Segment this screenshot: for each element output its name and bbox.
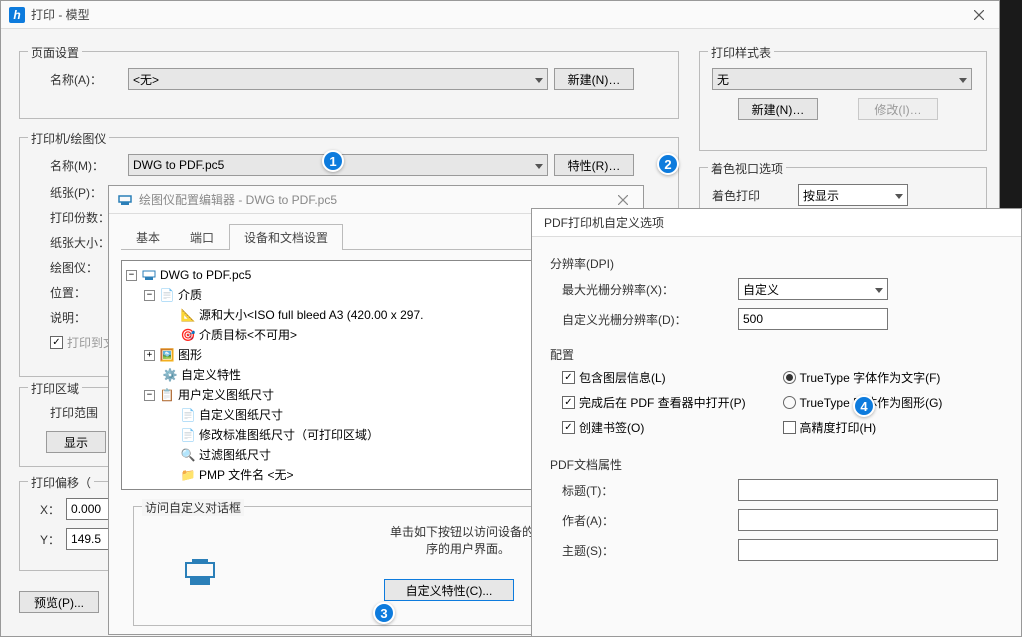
page-icon: 📄 [180, 407, 196, 423]
plotter-file-icon [141, 267, 157, 283]
pdf-title: PDF打印机自定义选项 [540, 214, 1013, 231]
svg-text:h: h [13, 8, 20, 22]
style-table-select[interactable]: 无 [712, 68, 972, 90]
printer-name-label: 名称(M)： [32, 157, 122, 174]
style-table-legend: 打印样式表 [708, 44, 774, 61]
pmp-icon: 📁 [180, 467, 196, 483]
source-icon: 📐 [180, 307, 196, 323]
chevron-down-icon [895, 188, 903, 202]
max-raster-select[interactable]: 自定义 [738, 278, 888, 300]
expand-icon[interactable]: + [144, 350, 155, 361]
tab-basic[interactable]: 基本 [121, 224, 175, 250]
custom-props-button[interactable]: 自定义特性(C)... [384, 579, 514, 601]
layers-checkbox[interactable]: ✓包含图层信息(L) [562, 369, 666, 386]
print-titlebar: h 打印 - 模型 [1, 1, 999, 29]
custom-dialog-legend: 访问自定义对话框 [142, 499, 244, 516]
annotation-badge-2: 2 [657, 153, 679, 175]
printer-props-button[interactable]: 特性(R)… [554, 154, 634, 176]
dpi-heading: 分辨率(DPI) [550, 255, 1003, 272]
style-table-value: 无 [717, 71, 955, 88]
print-title: 打印 - 模型 [31, 6, 967, 23]
doc-subject-label: 主题(S)： [562, 542, 732, 559]
target-icon: 🎯 [180, 327, 196, 343]
page-name-label: 名称(A)： [32, 71, 122, 88]
page-name-select[interactable]: <无> [128, 68, 548, 90]
shade-value: 按显示 [803, 187, 891, 204]
doc-title-label: 标题(T)： [562, 482, 732, 499]
offset-x-label: X： [40, 501, 60, 518]
pdf-options-window: PDF打印机自定义选项 分辨率(DPI) 最大光栅分辨率(X)： 自定义 自定义… [531, 208, 1022, 637]
tt-text-radio[interactable]: TrueType 字体作为文字(F) [783, 369, 941, 386]
preview-button[interactable]: 预览(P)... [19, 591, 99, 613]
chevron-down-icon [535, 72, 543, 86]
collapse-icon[interactable]: − [126, 270, 137, 281]
collapse-icon[interactable]: − [144, 290, 155, 301]
chevron-down-icon [535, 158, 543, 172]
doc-author-label: 作者(A)： [562, 512, 732, 529]
bookmarks-checkbox[interactable]: ✓创建书签(O) [562, 419, 644, 436]
custom-raster-input[interactable]: 500 [738, 308, 888, 330]
doc-title-input[interactable] [738, 479, 998, 501]
tab-ports[interactable]: 端口 [175, 224, 229, 250]
max-raster-value: 自定义 [743, 281, 871, 298]
printer-legend: 打印机/绘图仪 [28, 130, 109, 147]
plotter-large-icon [184, 557, 216, 592]
offset-y-label: Y： [40, 531, 60, 548]
print-offset-legend: 打印偏移（ [28, 474, 94, 491]
annotation-badge-3: 3 [373, 602, 395, 624]
page-new-button[interactable]: 新建(N)… [554, 68, 634, 90]
print-to-file-checkbox[interactable]: ✓ 打印到文 [50, 334, 115, 351]
max-raster-label: 最大光栅分辨率(X)： [562, 281, 732, 298]
page-name-value: <无> [133, 71, 531, 88]
graphics-icon: 🖼️ [159, 347, 175, 363]
page-settings-group: 页面设置 名称(A)： <无> 新建(N)… [19, 51, 679, 119]
shade-label: 着色打印 [712, 187, 792, 204]
hires-checkbox[interactable]: 高精度打印(H) [783, 419, 877, 436]
tab-device-doc[interactable]: 设备和文档设置 [229, 224, 343, 250]
custom-raster-label: 自定义光栅分辨率(D)： [562, 311, 732, 328]
style-modify-button: 修改(I)… [858, 98, 938, 120]
chevron-down-icon [959, 72, 967, 86]
page-settings-legend: 页面设置 [28, 44, 82, 61]
chevron-down-icon [875, 282, 883, 296]
open-after-checkbox[interactable]: ✓完成后在 PDF 查看器中打开(P) [562, 394, 746, 411]
style-new-button[interactable]: 新建(N)… [738, 98, 818, 120]
style-table-group: 打印样式表 无 新建(N)… 修改(I)… [699, 51, 987, 151]
viewport-legend: 着色视口选项 [708, 160, 786, 177]
print-area-legend: 打印区域 [28, 380, 82, 397]
show-button[interactable]: 显示 [46, 431, 106, 453]
shade-select[interactable]: 按显示 [798, 184, 908, 206]
checkbox-box: ✓ [50, 336, 63, 349]
plotter-icon [117, 192, 133, 208]
doc-subject-input[interactable] [738, 539, 998, 561]
doc-author-input[interactable] [738, 509, 998, 531]
docprops-heading: PDF文档属性 [550, 456, 1003, 473]
page-icon: 📄 [180, 427, 196, 443]
editor-title: 绘图仪配置编辑器 - DWG to PDF.pc5 [139, 191, 611, 208]
collapse-icon[interactable]: − [144, 390, 155, 401]
app-icon: h [9, 7, 25, 23]
pdf-titlebar: PDF打印机自定义选项 [532, 209, 1021, 237]
custom-icon: ⚙️ [162, 367, 178, 383]
filter-icon: 🔍 [180, 447, 196, 463]
annotation-badge-1: 1 [322, 150, 344, 172]
config-heading: 配置 [550, 346, 1003, 363]
media-icon: 📄 [159, 287, 175, 303]
annotation-badge-4: 4 [853, 395, 875, 417]
sizes-icon: 📋 [159, 387, 175, 403]
close-icon[interactable] [967, 3, 991, 27]
